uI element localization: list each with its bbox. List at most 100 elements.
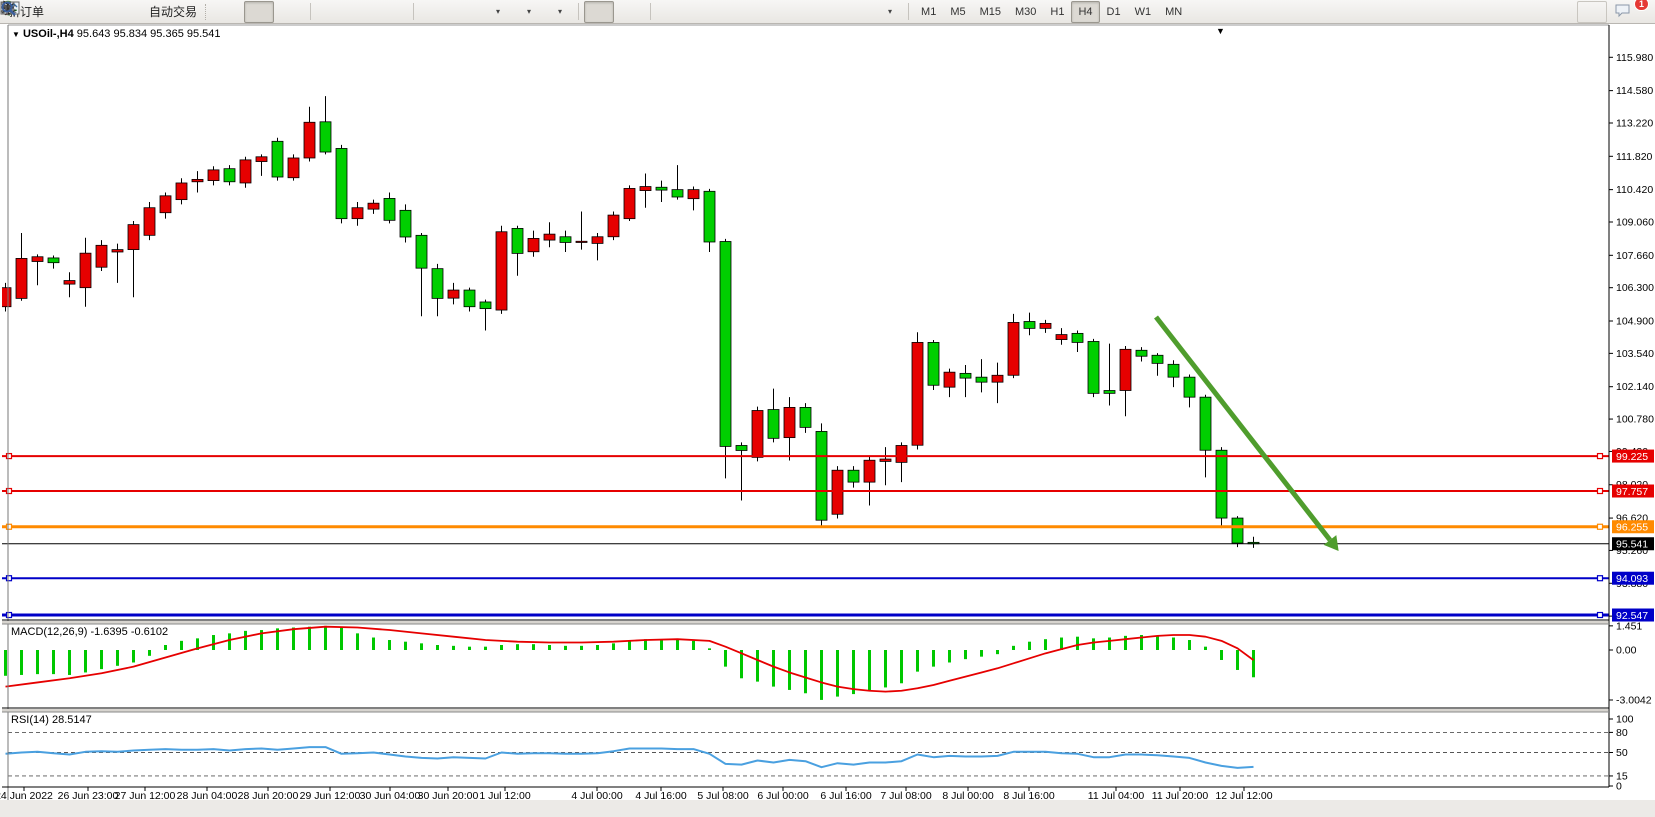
candle-body xyxy=(736,445,747,450)
toolbar-separator xyxy=(310,3,311,20)
template-button[interactable]: ▾ xyxy=(543,1,573,23)
hline-handle[interactable] xyxy=(1598,524,1603,529)
fibonacci-tool-button[interactable]: F xyxy=(780,1,810,23)
time-axis-label: 6 Jul 00:00 xyxy=(757,790,809,802)
timeframe-M30[interactable]: M30 xyxy=(1008,1,1043,23)
scroll-marker-icon[interactable]: ▼ xyxy=(1216,26,1225,36)
arrows-tool-button[interactable]: ▾ xyxy=(873,1,903,23)
timeframe-D1[interactable]: D1 xyxy=(1100,1,1128,23)
timeframe-H1[interactable]: H1 xyxy=(1043,1,1071,23)
new-chart-button[interactable]: ▾ xyxy=(481,1,511,23)
chart-canvas[interactable]: 115.980114.580113.220111.820110.420109.0… xyxy=(0,0,1655,817)
candle-body xyxy=(384,198,395,220)
candle-body xyxy=(448,290,459,298)
dropdown-caret-icon: ▾ xyxy=(888,7,892,16)
candle-body xyxy=(48,258,59,263)
candle-body xyxy=(1072,333,1083,342)
candle-body xyxy=(400,210,411,237)
candle-body xyxy=(256,157,267,162)
hline-handle[interactable] xyxy=(1598,489,1603,494)
zoom-out-button[interactable] xyxy=(347,1,377,23)
candle-body xyxy=(144,208,155,236)
price-tick: 102.140 xyxy=(1616,381,1654,393)
candle-body xyxy=(1184,377,1195,397)
cursor-tool-button[interactable] xyxy=(584,1,614,23)
price-tick: 111.820 xyxy=(1616,151,1653,163)
channel-tool-button[interactable]: E xyxy=(749,1,779,23)
time-axis-label: 1 Jul 12:00 xyxy=(479,790,531,802)
line-chart-button[interactable] xyxy=(275,1,305,23)
candle-body xyxy=(480,302,491,309)
time-axis-label: 8 Jul 00:00 xyxy=(942,790,994,802)
auto-scroll-button[interactable] xyxy=(419,1,449,23)
hline-handle[interactable] xyxy=(1598,576,1603,581)
price-tick: 100.780 xyxy=(1616,414,1654,426)
candle-body xyxy=(720,242,731,447)
timeframe-M1[interactable]: M1 xyxy=(914,1,943,23)
candle-body xyxy=(1024,321,1035,328)
timeframe-M5[interactable]: M5 xyxy=(943,1,972,23)
price-tick: 109.060 xyxy=(1616,216,1654,228)
candle-body xyxy=(592,237,603,244)
hline-tool-button[interactable] xyxy=(687,1,717,23)
timeframe-group: M1M5M15M30H1H4D1W1MN xyxy=(914,1,1189,23)
tile-windows-button[interactable] xyxy=(378,1,408,23)
bar-chart-button[interactable] xyxy=(213,1,243,23)
notifications-button[interactable]: 1 xyxy=(1613,1,1643,23)
timeframe-M15[interactable]: M15 xyxy=(973,1,1008,23)
candle-body xyxy=(656,187,667,190)
timeframe-MN[interactable]: MN xyxy=(1158,1,1189,23)
price-tick: 107.660 xyxy=(1616,250,1654,262)
macd-indicator-label: MACD(12,26,9) -1.6395 -0.6102 xyxy=(11,626,168,638)
candle-body xyxy=(704,191,715,242)
time-axis-label: 4 Jul 00:00 xyxy=(571,790,623,802)
price-label-text: 94.093 xyxy=(1616,573,1648,585)
trendline-tool-button[interactable] xyxy=(718,1,748,23)
candle-body xyxy=(688,190,699,199)
candle-body xyxy=(64,281,75,285)
candle-body xyxy=(288,158,299,178)
chart-shift-button[interactable] xyxy=(450,1,480,23)
candle-body xyxy=(848,470,859,482)
label-tool-button[interactable]: T xyxy=(842,1,872,23)
hline-handle[interactable] xyxy=(7,524,12,529)
candle-body xyxy=(1168,364,1179,377)
zoom-in-button[interactable] xyxy=(316,1,346,23)
price-tick: 113.220 xyxy=(1616,117,1653,129)
text-tool-button[interactable]: A xyxy=(811,1,841,23)
sound-button[interactable] xyxy=(111,1,141,23)
crosshair-tool-button[interactable] xyxy=(615,1,645,23)
candle-body xyxy=(928,342,939,385)
candle-body xyxy=(80,253,91,288)
candle-body xyxy=(496,232,507,310)
auto-trading-button[interactable]: 自动交易 xyxy=(142,1,201,23)
tag-button[interactable] xyxy=(49,1,79,23)
hline-handle[interactable] xyxy=(7,576,12,581)
vline-tool-button[interactable] xyxy=(656,1,686,23)
timeframe-W1[interactable]: W1 xyxy=(1128,1,1159,23)
time-axis-label: 7 Jul 08:00 xyxy=(880,790,932,802)
candle-body xyxy=(464,290,475,307)
hline-handle[interactable] xyxy=(1598,613,1603,618)
timeframe-H4[interactable]: H4 xyxy=(1071,1,1099,23)
time-axis-label: 28 Jun 20:00 xyxy=(238,790,299,802)
hline-handle[interactable] xyxy=(7,613,12,618)
candlestick-chart-button[interactable] xyxy=(244,1,274,23)
dropdown-caret-icon: ▾ xyxy=(496,7,500,16)
hline-handle[interactable] xyxy=(7,489,12,494)
profile-button[interactable] xyxy=(80,1,110,23)
time-axis-label: 29 Jun 12:00 xyxy=(300,790,361,802)
auto-trading-label: 自动交易 xyxy=(149,3,197,20)
notification-badge: 1 xyxy=(1634,0,1649,11)
time-axis-label: 4 Jul 16:00 xyxy=(635,790,687,802)
search-button[interactable] xyxy=(1577,1,1607,23)
candle-body xyxy=(528,238,539,251)
hline-handle[interactable] xyxy=(1598,454,1603,459)
chart-menu-arrow-icon[interactable]: ▼ xyxy=(12,30,20,39)
rsi-axis-tick: 50 xyxy=(1616,747,1628,759)
hline-handle[interactable] xyxy=(7,454,12,459)
candle-body xyxy=(272,141,283,177)
period-menu-button[interactable]: ▾ xyxy=(512,1,542,23)
chart-title: ▼ USOil-,H4 95.643 95.834 95.365 95.541 xyxy=(12,28,221,40)
rsi-axis-tick: 0 xyxy=(1616,781,1622,793)
